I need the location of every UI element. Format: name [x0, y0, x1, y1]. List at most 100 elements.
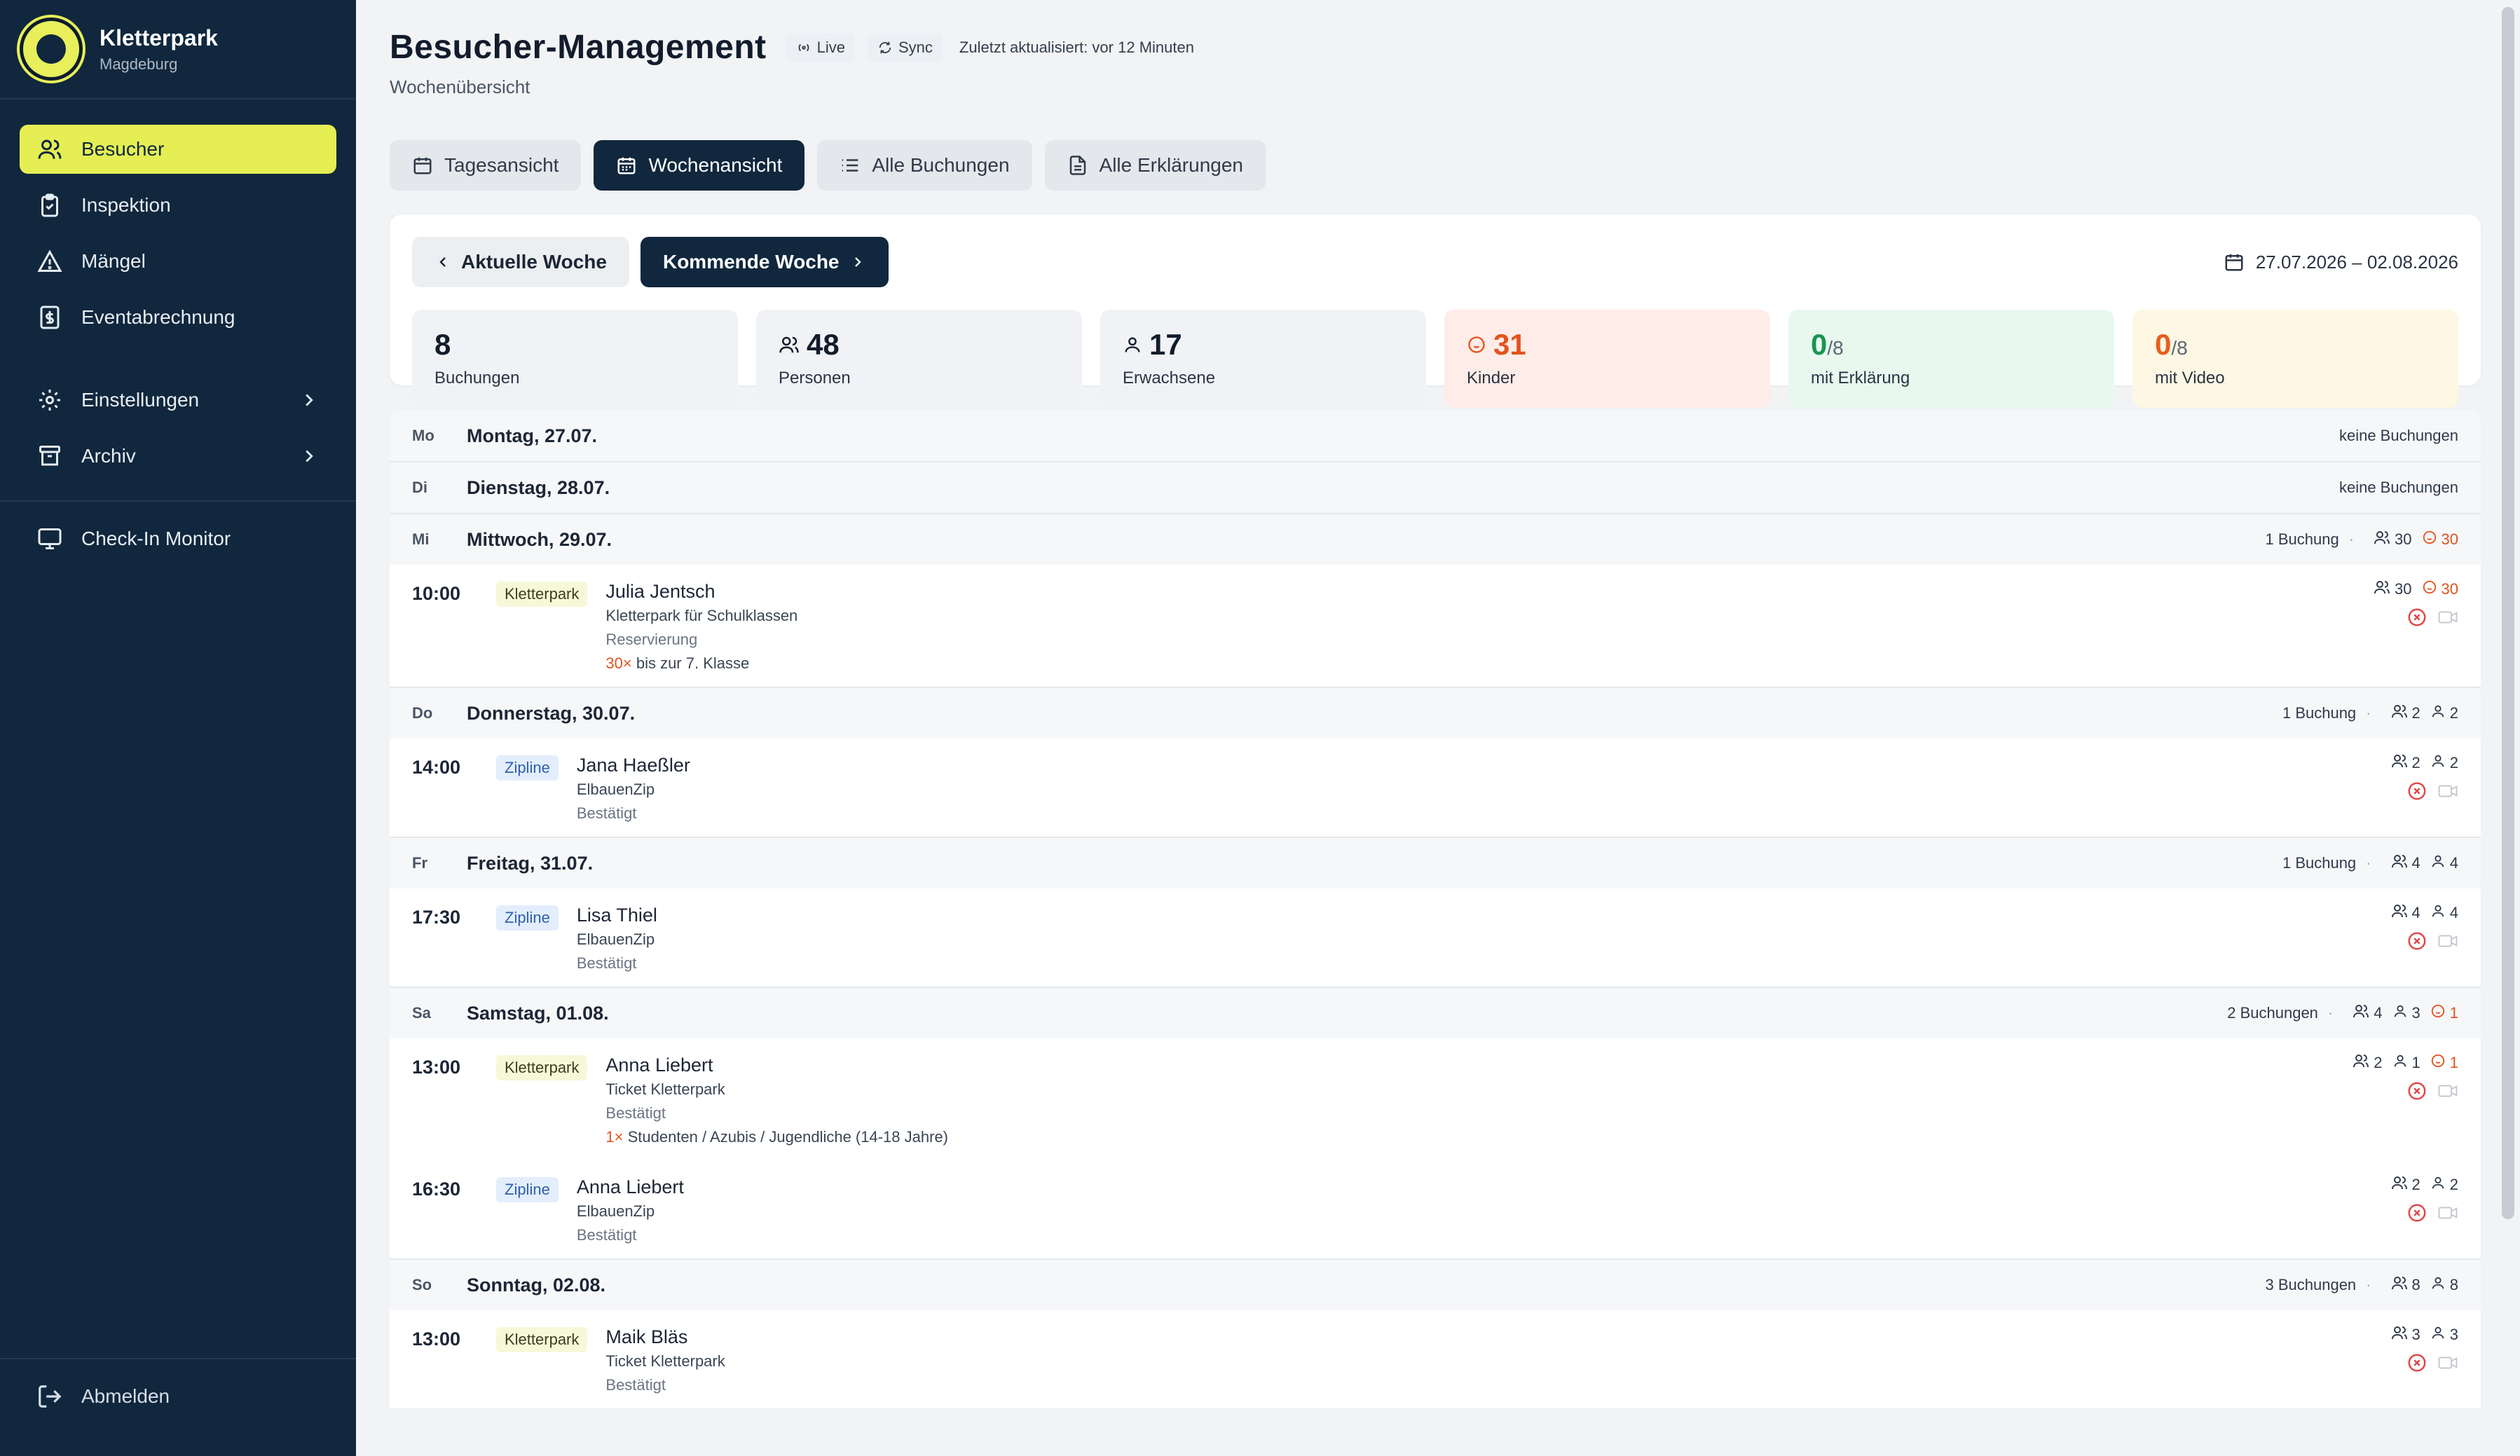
scrollbar[interactable] [2502, 7, 2514, 1219]
brand[interactable]: Kletterpark Magdeburg [0, 0, 356, 99]
clipboard-check-icon [36, 192, 63, 219]
kids-value: 1 [2449, 1004, 2458, 1022]
logout-button[interactable]: Abmelden [0, 1359, 356, 1434]
booking-customer-name: Anna Liebert [605, 1055, 713, 1076]
user-icon [1125, 337, 1140, 352]
smile-icon [1468, 336, 1485, 353]
video-icon[interactable] [2437, 1352, 2458, 1377]
users-icon [2374, 579, 2395, 600]
persons-value: 4 [2411, 854, 2420, 872]
sidebar-item-archiv[interactable]: Archiv [20, 432, 336, 481]
video-icon[interactable] [2437, 1080, 2458, 1105]
sidebar-item-eventabrechnung[interactable]: Eventabrechnung [20, 293, 336, 342]
week-date-range[interactable]: 27.07.2026 – 02.08.2026 [2224, 252, 2458, 273]
sidebar-item-maengel[interactable]: Mängel [20, 237, 336, 286]
day-header[interactable]: Fr Freitag, 31.07. 1 Buchung · 4 4 [390, 837, 2481, 888]
brand-name: Kletterpark [100, 25, 218, 50]
sync-button[interactable]: Sync [868, 32, 943, 62]
booking-product: ElbauenZip [576, 781, 655, 798]
day-header[interactable]: Mo Montag, 27.07. keine Buchungen [390, 411, 2481, 461]
day-name: Samstag, 01.08. [467, 1002, 609, 1024]
day-abbr: So [412, 1276, 432, 1293]
users-icon [36, 136, 63, 163]
x-circle-icon[interactable] [2406, 1202, 2427, 1227]
day-name: Freitag, 31.07. [467, 852, 594, 874]
video-icon[interactable] [2437, 607, 2458, 631]
sidebar-item-inspektion[interactable]: Inspektion [20, 181, 336, 230]
stat-kinder: 31 Kinder [1444, 310, 1770, 408]
adults-value: 3 [2411, 1004, 2420, 1022]
kids-count: 30 [2422, 579, 2458, 599]
x-circle-icon[interactable] [2406, 930, 2427, 955]
sidebar-item-label: Archiv [81, 445, 136, 467]
x-circle-icon[interactable] [2406, 781, 2427, 805]
day-totals: keine Buchungen [2339, 427, 2458, 445]
chevron-right-icon [306, 394, 313, 406]
x-circle-icon[interactable] [2406, 607, 2427, 631]
persons-count: 30 [2374, 579, 2412, 600]
sidebar-item-label: Check-In Monitor [81, 528, 231, 549]
stat-label: Buchungen [434, 369, 520, 387]
sidebar: Kletterpark Magdeburg Besucher Inspektio… [0, 0, 356, 1456]
sidebar-item-label: Einstellungen [81, 389, 200, 411]
stat-label: Personen [779, 369, 851, 387]
users-icon [2391, 1324, 2412, 1345]
last-updated: Zuletzt aktualisiert: vor 12 Minuten [959, 38, 1194, 56]
persons-count: 8 [2391, 1275, 2420, 1296]
day-header[interactable]: So Sonntag, 02.08. 3 Buchungen · 8 8 [390, 1258, 2481, 1310]
stat-value: 8 [434, 328, 451, 361]
persons-value: 4 [2374, 1004, 2383, 1022]
booking-customer-name: Maik Bläs [605, 1326, 688, 1347]
page-header: Besucher-Management Live Sync Zuletzt ak… [390, 0, 2481, 105]
tab-alle-erklaerungen[interactable]: Alle Erklärungen [1044, 140, 1266, 191]
x-circle-icon[interactable] [2406, 1080, 2427, 1105]
next-week-button[interactable]: Kommende Woche [640, 237, 889, 287]
day-totals: 1 Buchung · 2 2 [2282, 703, 2458, 724]
x-circle-icon[interactable] [2406, 1352, 2427, 1377]
day-header[interactable]: Sa Samstag, 01.08. 2 Buchungen · 4 3 1 [390, 987, 2481, 1038]
ticket-count: 30× [605, 654, 632, 672]
kids-value: 30 [2441, 530, 2458, 548]
tab-tagesansicht[interactable]: Tagesansicht [390, 140, 582, 191]
persons-count: 2 [2391, 753, 2420, 774]
booking-row[interactable]: 13:00 Kletterpark Anna Liebert Ticket Klett… [390, 1038, 2481, 1160]
persons-value: 30 [2395, 580, 2412, 598]
user-icon [2430, 903, 2450, 923]
sidebar-item-besucher[interactable]: Besucher [20, 125, 336, 174]
archive-icon [36, 443, 63, 469]
users-icon [779, 336, 799, 353]
user-icon [2430, 1175, 2450, 1195]
booking-counts: 2 1 1 [2343, 1052, 2458, 1073]
adults-value: 4 [2449, 854, 2458, 872]
booking-row[interactable]: 14:00 Zipline Jana Haeßler ElbauenZip Bestät… [390, 739, 2481, 837]
video-icon[interactable] [2437, 930, 2458, 955]
persons-count: 2 [2391, 1174, 2420, 1195]
video-icon[interactable] [2437, 1202, 2458, 1227]
stat-value: 31 [1493, 328, 1526, 361]
booking-row[interactable]: 17:30 Zipline Lisa Thiel ElbauenZip Bestätig… [390, 888, 2481, 987]
kids-count: 30 [2422, 530, 2458, 549]
video-icon[interactable] [2437, 781, 2458, 805]
smile-icon [2430, 1053, 2450, 1073]
current-week-button[interactable]: Aktuelle Woche [412, 237, 629, 287]
user-icon [2430, 1275, 2450, 1295]
booking-time: 10:00 [412, 583, 461, 604]
day-summary: 1 Buchung [2282, 704, 2357, 722]
booking-row[interactable]: 13:00 Kletterpark Maik Bläs Ticket Kletterp… [390, 1310, 2481, 1408]
receipt-icon [36, 304, 63, 331]
day-header[interactable]: Di Dienstag, 28.07. keine Buchungen [390, 461, 2481, 513]
sidebar-item-checkin-monitor[interactable]: Check-In Monitor [20, 514, 336, 563]
day-totals: 1 Buchung · 4 4 [2282, 853, 2458, 874]
app: Kletterpark Magdeburg Besucher Inspektio… [0, 0, 2520, 1456]
users-icon [2391, 1174, 2412, 1195]
users-icon [2374, 529, 2395, 550]
tab-wochenansicht[interactable]: Wochenansicht [594, 140, 805, 191]
day-header[interactable]: Mi Mittwoch, 29.07. 1 Buchung · 30 30 [390, 513, 2481, 565]
day-header[interactable]: Do Donnerstag, 30.07. 1 Buchung · 2 2 [390, 687, 2481, 739]
booking-row[interactable]: 10:00 Kletterpark Julia Jentsch Kletterpark… [390, 565, 2481, 687]
day-name: Montag, 27.07. [467, 425, 598, 446]
booking-row[interactable]: 16:30 Zipline Anna Liebert ElbauenZip Bestät… [390, 1160, 2481, 1258]
tab-alle-buchungen[interactable]: Alle Buchungen [817, 140, 1032, 191]
sidebar-item-einstellungen[interactable]: Einstellungen [20, 376, 336, 425]
persons-value: 2 [2374, 1054, 2383, 1071]
